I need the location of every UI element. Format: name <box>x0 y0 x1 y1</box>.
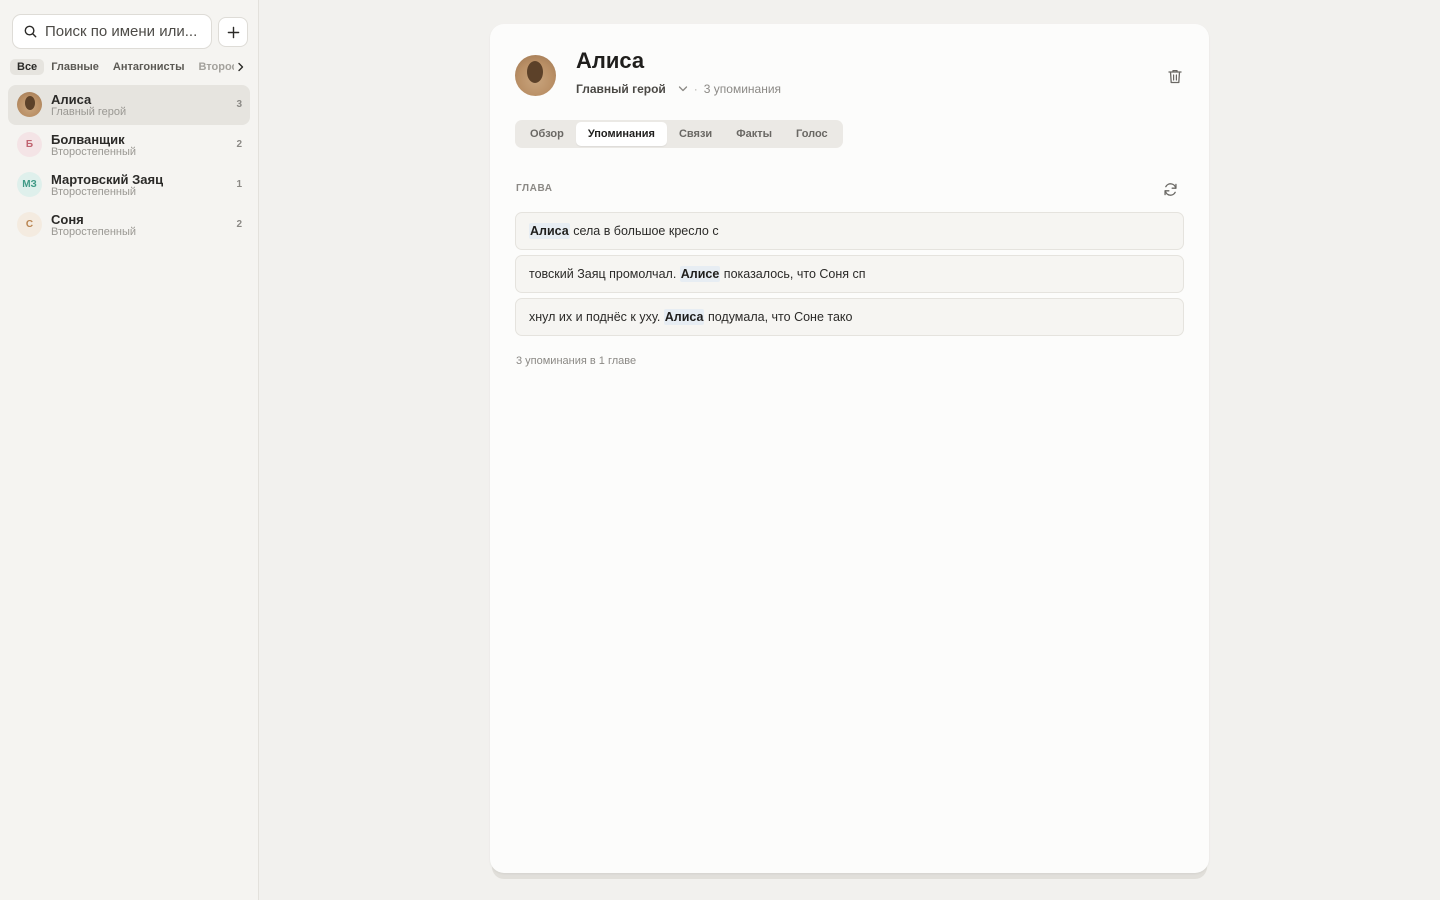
character-role: Второстепенный <box>51 146 137 158</box>
mention-text-before: хнул их и поднёс к уху. <box>529 310 664 324</box>
mentions-summary: 3 упоминания в 1 главе <box>516 355 637 367</box>
role-select-value: Главный герой <box>576 82 666 96</box>
trash-icon <box>1168 69 1182 83</box>
search-box[interactable] <box>12 14 212 49</box>
avatar: МЗ <box>17 172 42 197</box>
character-role: Главный герой <box>51 106 127 118</box>
mention-text-after: показалось, что Соня сп <box>720 267 866 281</box>
mention-text-after: подумала, что Соне тако <box>704 310 853 324</box>
character-role: Второстепенный <box>51 226 137 238</box>
filter-tabs: Все Главные Антагонисты Второстепенные <box>10 58 248 76</box>
avatar-initials: Б <box>25 139 34 150</box>
separator-dot: · <box>693 82 698 96</box>
mention-item[interactable]: хнул их и поднёс к уху. Алиса подумала, … <box>515 298 1184 336</box>
mention-highlight: Алиса <box>529 223 570 239</box>
character-item-dormouse[interactable]: С Соня Второстепенный 2 <box>8 205 250 245</box>
mention-item[interactable]: товский Заяц промолчал. Алисе показалось… <box>515 255 1184 293</box>
search-icon <box>24 25 37 38</box>
avatar-initials: МЗ <box>22 179 37 190</box>
avatar: Б <box>17 132 42 157</box>
character-name: Болванщик <box>51 132 125 147</box>
chevron-down-icon <box>678 86 687 92</box>
mention-highlight: Алисе <box>679 266 721 282</box>
mention-item[interactable]: Алиса села в большое кресло с <box>515 212 1184 250</box>
character-role: Второстепенный <box>51 186 137 198</box>
tab-mentions[interactable]: Упоминания <box>575 122 667 146</box>
mention-count: 2 <box>236 219 242 230</box>
delete-character-button[interactable] <box>1165 66 1185 86</box>
chevron-right-icon <box>238 62 244 72</box>
mention-highlight: Алиса <box>663 309 705 325</box>
sidebar: Все Главные Антагонисты Второстепенные А… <box>0 0 259 900</box>
mention-count: 2 <box>236 139 242 150</box>
tab-voice[interactable]: Голос <box>784 122 840 146</box>
filter-antagonists[interactable]: Антагонисты <box>106 59 192 75</box>
tab-overview[interactable]: Обзор <box>518 122 576 146</box>
mention-count: 3 <box>236 99 242 110</box>
character-item-march-hare[interactable]: МЗ Мартовский Заяц Второстепенный 1 <box>8 165 250 205</box>
detail-tabs: Обзор Упоминания Связи Факты Голос <box>515 120 843 148</box>
character-list: Алиса Главный герой 3 Б Болванщик Второс… <box>8 85 250 245</box>
character-name: Алиса <box>51 92 92 107</box>
character-name-heading: Алиса <box>576 48 645 73</box>
avatar: С <box>17 212 42 237</box>
mention-text-before: товский Заяц промолчал. <box>529 267 680 281</box>
character-item-alice[interactable]: Алиса Главный герой 3 <box>8 85 250 125</box>
search-input[interactable] <box>45 23 199 40</box>
tab-facts[interactable]: Факты <box>724 122 784 146</box>
filter-main[interactable]: Главные <box>44 59 106 75</box>
character-meta: Главный герой · 3 упоминания <box>576 82 781 96</box>
mention-count: 1 <box>236 179 242 190</box>
character-detail-card: Алиса Главный герой · 3 упоминания Обзор… <box>490 24 1209 873</box>
mentions-count: 3 упоминания <box>703 82 782 96</box>
character-name: Соня <box>51 212 84 227</box>
search-row <box>12 14 248 49</box>
add-character-button[interactable] <box>218 17 248 47</box>
character-item-hatter[interactable]: Б Болванщик Второстепенный 2 <box>8 125 250 165</box>
character-avatar <box>515 55 556 96</box>
chapter-section-label: ГЛАВА <box>516 183 553 194</box>
refresh-icon <box>1163 182 1177 196</box>
avatar <box>17 92 42 117</box>
filter-all[interactable]: Все <box>10 59 45 75</box>
refresh-mentions-button[interactable] <box>1161 180 1179 198</box>
tab-relations[interactable]: Связи <box>667 122 724 146</box>
filter-scroll-right-button[interactable] <box>234 58 248 76</box>
plus-icon <box>227 26 239 38</box>
mention-text-after: села в большое кресло с <box>569 224 719 238</box>
role-select[interactable]: Главный герой <box>576 82 688 96</box>
character-name: Мартовский Заяц <box>51 172 164 187</box>
avatar-initials: С <box>25 219 34 230</box>
